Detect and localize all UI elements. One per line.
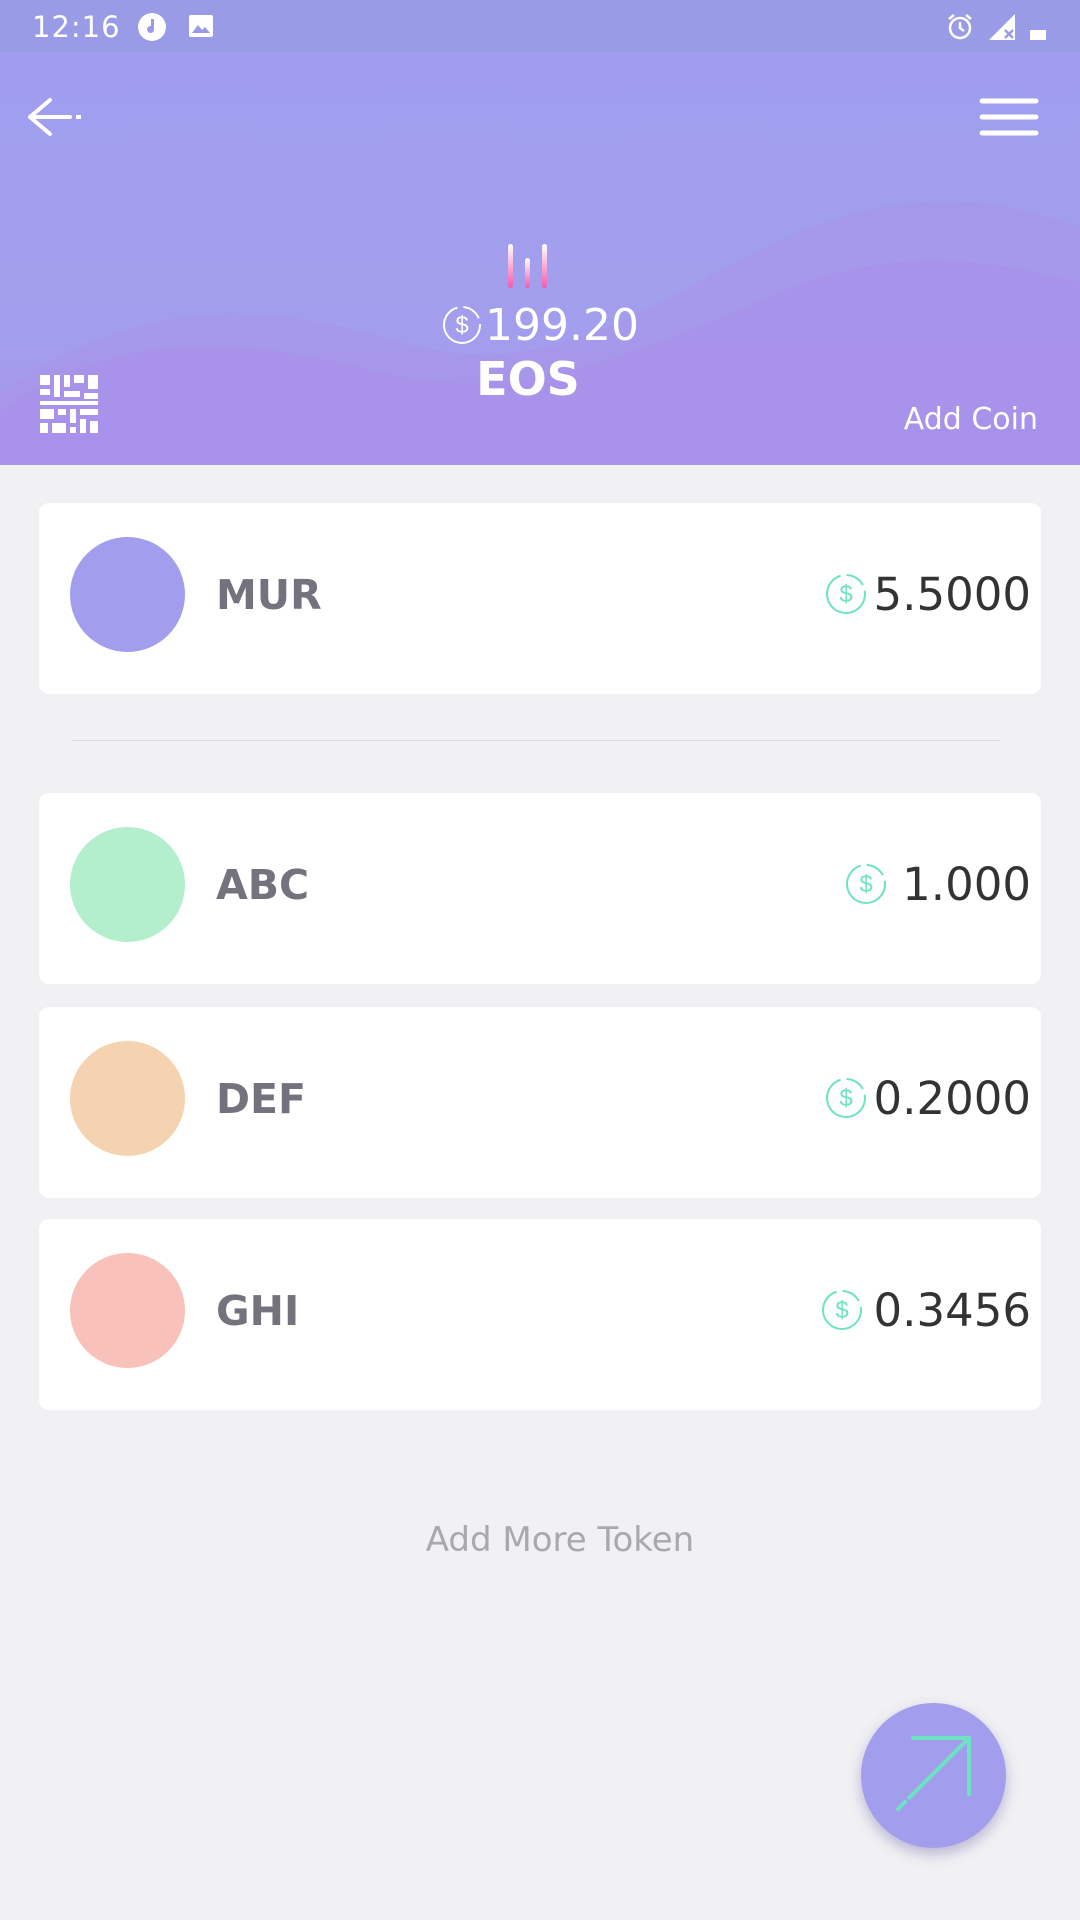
token-amount-value: 0.3456 [873, 1284, 1031, 1337]
token-amount-value: 5.5000 [873, 568, 1031, 621]
token-symbol: DEF [216, 1075, 307, 1123]
total-balance: $ 199.20 [0, 298, 1080, 354]
alarm-icon [948, 14, 972, 40]
balance-value: 199.20 [485, 300, 639, 351]
token-balance: $ 5.5000 [824, 567, 1031, 623]
battery-icon [1030, 30, 1046, 40]
send-button[interactable] [861, 1703, 1006, 1848]
bar-chart-icon[interactable] [506, 240, 550, 290]
dollar-coin-icon: $ [846, 864, 887, 904]
section-divider [72, 740, 1000, 741]
token-symbol: GHI [216, 1287, 300, 1335]
svg-text:$: $ [859, 871, 872, 898]
svg-text:$: $ [455, 312, 468, 339]
token-avatar [70, 1041, 185, 1156]
token-amount-value: 1.000 [902, 858, 1031, 911]
qr-code-icon[interactable] [40, 375, 98, 433]
image-icon [189, 15, 213, 37]
token-balance: $ 1.000 [844, 857, 1031, 913]
wallet-header: $ 199.20 EOS Add Coin [0, 52, 1080, 465]
token-card-abc[interactable]: ABC $ 1.000 [39, 793, 1041, 984]
status-bar: 12:16 [0, 0, 1080, 52]
token-balance: $ 0.3456 [820, 1283, 1031, 1339]
music-note-icon [138, 13, 166, 41]
token-balance: $ 0.2000 [824, 1071, 1031, 1127]
dollar-coin-icon: $ [825, 1078, 866, 1118]
send-arrow-icon [896, 1736, 971, 1811]
svg-text:$: $ [839, 581, 852, 608]
token-symbol: MUR [216, 571, 322, 619]
token-card-ghi[interactable]: GHI $ 0.3456 [39, 1219, 1041, 1410]
status-time: 12:16 [32, 10, 121, 44]
token-card-def[interactable]: DEF $ 0.2000 [39, 1007, 1041, 1198]
token-avatar [70, 1253, 185, 1368]
wallet-symbol: EOS [476, 352, 580, 406]
token-amount-value: 0.2000 [873, 1072, 1031, 1125]
signal-icon [989, 14, 1015, 40]
hamburger-menu-icon[interactable] [978, 92, 1040, 142]
dollar-coin-icon: $ [443, 306, 482, 344]
add-coin-link[interactable]: Add Coin [904, 402, 1038, 437]
dollar-coin-icon: $ [821, 1290, 862, 1330]
back-arrow-icon[interactable] [26, 92, 86, 142]
token-avatar [70, 537, 185, 652]
token-avatar [70, 827, 185, 942]
svg-text:$: $ [835, 1297, 848, 1324]
dollar-coin-icon: $ [825, 574, 866, 614]
token-card-mur[interactable]: MUR $ 5.5000 [39, 503, 1041, 694]
svg-text:$: $ [839, 1085, 852, 1112]
add-more-token-link[interactable]: Add More Token [0, 1520, 1080, 1560]
token-symbol: ABC [216, 861, 310, 909]
